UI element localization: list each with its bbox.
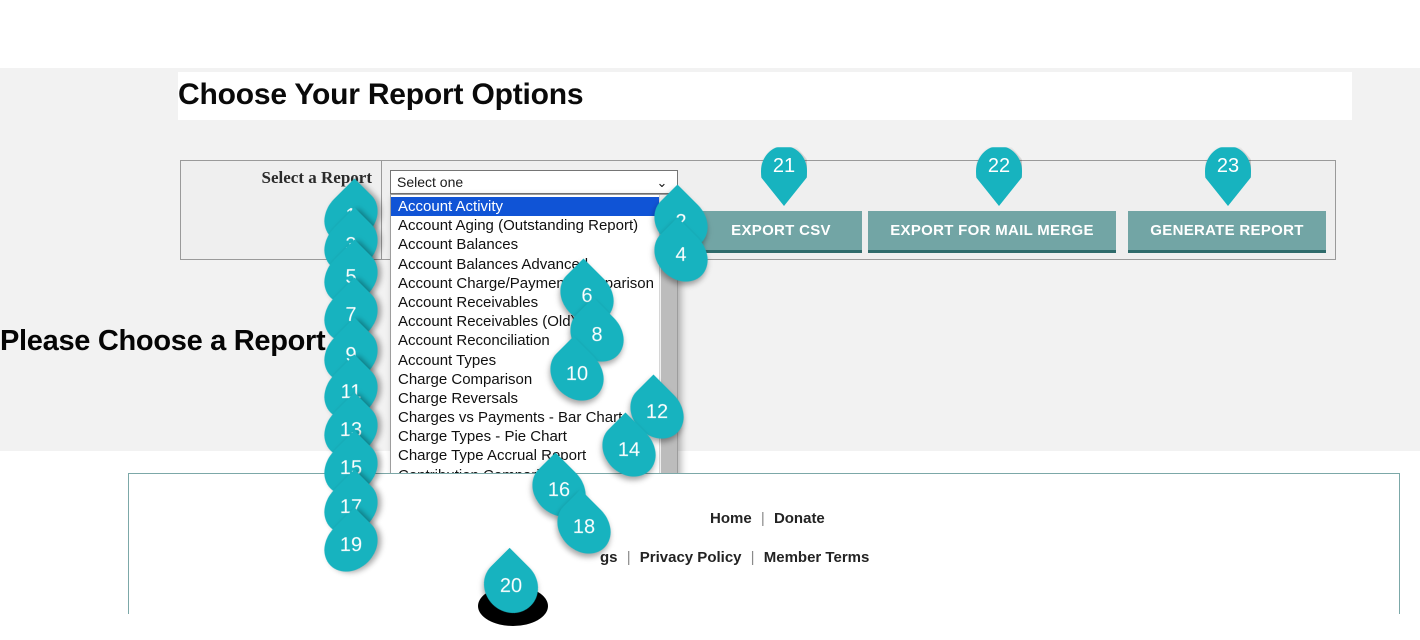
option-item[interactable]: Account Charge/Payment Comparison	[391, 274, 659, 293]
annotation-marker-18: 18	[546, 489, 622, 565]
option-item[interactable]: Account Balances Advanced	[391, 255, 659, 274]
marker-number: 4	[675, 243, 687, 266]
option-item[interactable]: Charge Comparison	[391, 370, 659, 389]
marker-number: 19	[339, 533, 363, 556]
choose-report-heading: Please Choose a Report	[0, 325, 326, 357]
select-report-dropdown[interactable]: Select one ⌄	[390, 170, 678, 194]
footer-separator: |	[760, 510, 765, 527]
footer-secondary-links: gs | Privacy Policy | Member Terms	[600, 549, 869, 566]
option-item[interactable]: Charge Reversals	[391, 389, 659, 408]
marker-pin-icon: 23	[1205, 147, 1251, 206]
chevron-down-icon: ⌄	[656, 174, 668, 190]
select-report-label: Select a Report	[261, 168, 372, 187]
annotation-marker-23: 23	[1205, 146, 1251, 206]
marker-number: 20	[499, 574, 523, 597]
option-item[interactable]: Account Balances	[391, 235, 659, 254]
footer-link-settings[interactable]: gs	[600, 549, 618, 566]
marker-number: 22	[987, 155, 1011, 177]
footer-separator: |	[750, 549, 755, 566]
option-item[interactable]: Account Receivables	[391, 293, 659, 312]
marker-number: 10	[565, 362, 589, 385]
marker-number: 14	[617, 438, 641, 461]
marker-number: 21	[772, 155, 796, 177]
marker-number: 23	[1216, 155, 1240, 177]
footer-link-donate[interactable]: Donate	[774, 510, 825, 527]
marker-number: 18	[572, 515, 596, 538]
export-csv-button[interactable]: EXPORT CSV	[700, 211, 862, 253]
annotation-marker-10: 10	[539, 336, 615, 412]
footer-separator: |	[626, 549, 631, 566]
annotation-marker-21: 21	[761, 146, 807, 206]
annotation-marker-19: 19	[313, 507, 389, 583]
generate-report-button[interactable]: GENERATE REPORT	[1128, 211, 1326, 253]
footer-link-member-terms[interactable]: Member Terms	[764, 549, 870, 566]
marker-pin-icon: 22	[976, 147, 1022, 206]
annotation-marker-14: 14	[591, 412, 667, 488]
annotation-marker-20: 20	[472, 547, 550, 625]
select-report-value: Select one	[397, 174, 464, 190]
footer-link-home[interactable]: Home	[710, 510, 752, 527]
option-item[interactable]: Account Activity	[391, 197, 659, 217]
page-title: Choose Your Report Options	[178, 78, 584, 111]
footer-primary-links: Home | Donate	[710, 510, 825, 527]
footer-card	[128, 473, 1400, 614]
export-mail-merge-button[interactable]: EXPORT FOR MAIL MERGE	[868, 211, 1116, 253]
annotation-marker-22: 22	[976, 146, 1022, 206]
option-item[interactable]: Account Aging (Outstanding Report)	[391, 216, 659, 235]
marker-pin-icon: 21	[761, 147, 807, 206]
footer-link-privacy-policy[interactable]: Privacy Policy	[640, 549, 742, 566]
annotation-marker-4: 4	[643, 217, 719, 293]
